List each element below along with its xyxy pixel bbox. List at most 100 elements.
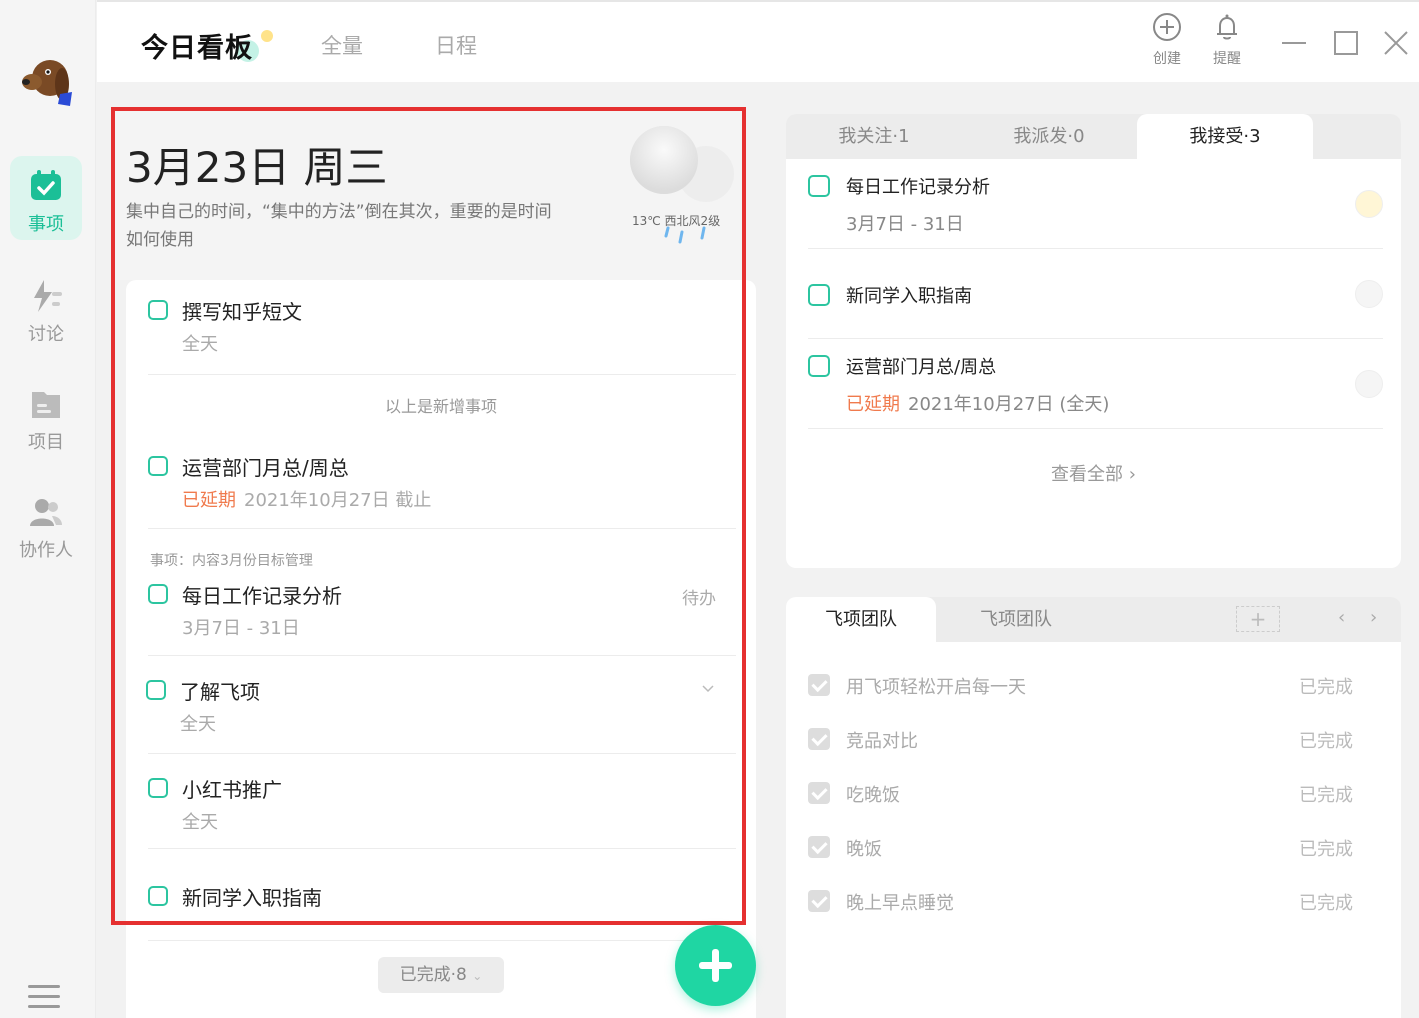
task-title: 新同学入职指南 (846, 286, 972, 307)
divider (148, 655, 736, 656)
avatar[interactable] (1355, 190, 1383, 218)
list-item[interactable]: 运营部门月总/周总 已延期 2021年10月27日 (全天) (808, 354, 1383, 416)
list-item[interactable]: 小红书推广 全天 (148, 776, 736, 836)
list-item[interactable]: 晚饭 已完成 (808, 832, 1383, 862)
list-item[interactable]: 运营部门月总/周总 已延期 2021年10月27日 截止 (148, 454, 736, 514)
sidebar: 事项 讨论 项目 协作人 (0, 0, 96, 1018)
today-panel: 3月23日 周三 集中自己的时间，“集中的方法”倒在其次，重要的是时间如何使用 … (114, 110, 756, 1018)
tab-accepted[interactable]: 我接受·3 (1137, 114, 1313, 159)
task-list: 撰写知乎短文 全天 以上是新增事项 运营部门月总/周总 已延期 2021年10月2… (126, 280, 756, 1018)
daily-quote: 集中自己的时间，“集中的方法”倒在其次，重要的是时间如何使用 (126, 202, 552, 250)
sidebar-item-discussion[interactable]: 讨论 (10, 266, 82, 350)
maximize-icon[interactable] (1333, 28, 1359, 58)
list-item[interactable]: 了解飞项 全天 (146, 678, 734, 738)
list-item[interactable]: 吃晚饭 已完成 (808, 778, 1383, 808)
tab-schedule[interactable]: 日程 (435, 30, 477, 60)
task-checkbox[interactable] (808, 355, 830, 377)
weather-text: 13℃ 西北风2级 (632, 214, 721, 228)
checked-checkbox[interactable] (808, 782, 830, 804)
divider (148, 753, 736, 754)
task-deadline: 已延期 2021年10月27日 (全天) (846, 390, 1109, 416)
view-all-label: 查看全部 (1051, 464, 1124, 485)
tab-dispatched[interactable]: 我派发·0 (961, 114, 1137, 159)
status-badge: 已完成 (1299, 893, 1353, 914)
task-deadline: 已延期 2021年10月27日 截止 (182, 486, 431, 512)
list-item[interactable]: 用飞项轻松开启每一天 已完成 (808, 670, 1383, 700)
team-tabs: 飞项团队 飞项团队 + ‹ › (786, 597, 1401, 642)
status-badge: 待办 (682, 589, 716, 609)
list-item[interactable]: 新同学入职指南 (148, 884, 736, 914)
tab-team-1[interactable]: 飞项团队 (786, 597, 936, 642)
create-label: 创建 (1153, 51, 1181, 67)
task-title: 小红书推广 (182, 778, 282, 802)
list-item[interactable]: 新同学入职指南 (808, 280, 1383, 313)
date-header: 3月23日 周三 集中自己的时间，“集中的方法”倒在其次，重要的是时间如何使用 … (114, 110, 744, 280)
page-title[interactable]: 今日看板 (141, 26, 253, 65)
assigned-tabs: 我关注·1 我派发·0 我接受·3 (786, 114, 1401, 159)
avatar[interactable] (1355, 370, 1383, 398)
task-checkbox[interactable] (148, 886, 168, 906)
task-checkbox[interactable] (148, 300, 168, 320)
close-icon[interactable] (1383, 28, 1409, 58)
list-item[interactable]: 撰写知乎短文 全天 (148, 298, 736, 358)
status-badge: 已完成 (1299, 785, 1353, 806)
checked-checkbox[interactable] (808, 890, 830, 912)
tab-following[interactable]: 我关注·1 (786, 114, 962, 159)
task-checkbox[interactable] (808, 175, 830, 197)
task-time: 3月7日 - 31日 (182, 618, 300, 639)
next-arrow-icon[interactable]: › (1370, 607, 1377, 628)
sidebar-item-label: 协作人 (19, 540, 73, 561)
task-time: 全天 (180, 714, 216, 735)
minimize-icon[interactable] (1281, 28, 1307, 58)
checked-checkbox[interactable] (808, 728, 830, 750)
divider (808, 338, 1383, 339)
new-items-note: 以上是新增事项 (384, 397, 497, 416)
completed-toggle[interactable]: 已完成·8 ⌄ (378, 957, 504, 993)
divider (148, 528, 736, 529)
add-team-button[interactable]: + (1236, 606, 1280, 632)
tab-team-2[interactable]: 飞项团队 (941, 597, 1091, 642)
user-avatar[interactable] (20, 54, 74, 110)
create-button[interactable]: 创建 (1143, 12, 1191, 68)
task-time: 3月7日 - 31日 (846, 214, 964, 235)
sidebar-item-tasks[interactable]: 事项 (10, 156, 82, 240)
task-category: 事项：内容3月份目标管理 (150, 553, 313, 569)
sidebar-item-collaborators[interactable]: 协作人 (10, 482, 82, 566)
task-checkbox[interactable] (148, 456, 168, 476)
checked-checkbox[interactable] (808, 674, 830, 696)
list-item[interactable]: 每日工作记录分析 3月7日 - 31日 (808, 174, 1383, 235)
sidebar-item-projects[interactable]: 项目 (10, 374, 82, 458)
task-title: 了解飞项 (180, 680, 260, 704)
sidebar-item-label: 项目 (28, 432, 64, 453)
deadline-text: 2021年10月27日 截止 (244, 490, 432, 511)
weather-widget: 13℃ 西北风2级 (624, 120, 744, 260)
tab-all[interactable]: 全量 (321, 30, 363, 60)
hamburger-menu-icon[interactable] (28, 984, 60, 1010)
divider (148, 940, 736, 941)
divider (808, 248, 1383, 249)
task-checkbox[interactable] (808, 284, 830, 306)
chevron-down-icon: ⌄ (472, 969, 483, 983)
bell-icon (1217, 14, 1237, 40)
prev-arrow-icon[interactable]: ‹ (1338, 607, 1345, 628)
task-checkbox[interactable] (148, 778, 168, 798)
chevron-down-icon[interactable] (700, 680, 716, 696)
task-checkbox[interactable] (146, 680, 166, 700)
list-item[interactable]: 晚上早点睡觉 已完成 (808, 886, 1383, 916)
cloud-rain-icon (630, 126, 734, 244)
task-checkbox[interactable] (148, 584, 168, 604)
calendar-check-icon (31, 170, 61, 200)
team-panel: 飞项团队 飞项团队 + ‹ › 用飞项轻松开启每一天 已完成 竞品对比 已完成 … (786, 597, 1401, 1018)
completed-label: 已完成·8 (399, 965, 467, 985)
add-task-button[interactable] (675, 925, 756, 1006)
reminder-label: 提醒 (1213, 51, 1241, 67)
checked-checkbox[interactable] (808, 836, 830, 858)
avatar[interactable] (1355, 280, 1383, 308)
reminder-button[interactable]: 提醒 (1203, 12, 1251, 68)
topbar: 今日看板 全量 日程 创建 提醒 (97, 0, 1419, 82)
list-item[interactable]: 每日工作记录分析 3月7日 - 31日 待办 (148, 582, 736, 642)
list-item[interactable]: 竞品对比 已完成 (808, 724, 1383, 754)
task-title: 每日工作记录分析 (846, 177, 990, 198)
sidebar-item-label: 讨论 (28, 324, 64, 345)
view-all-link[interactable]: 查看全部 › (786, 460, 1401, 486)
